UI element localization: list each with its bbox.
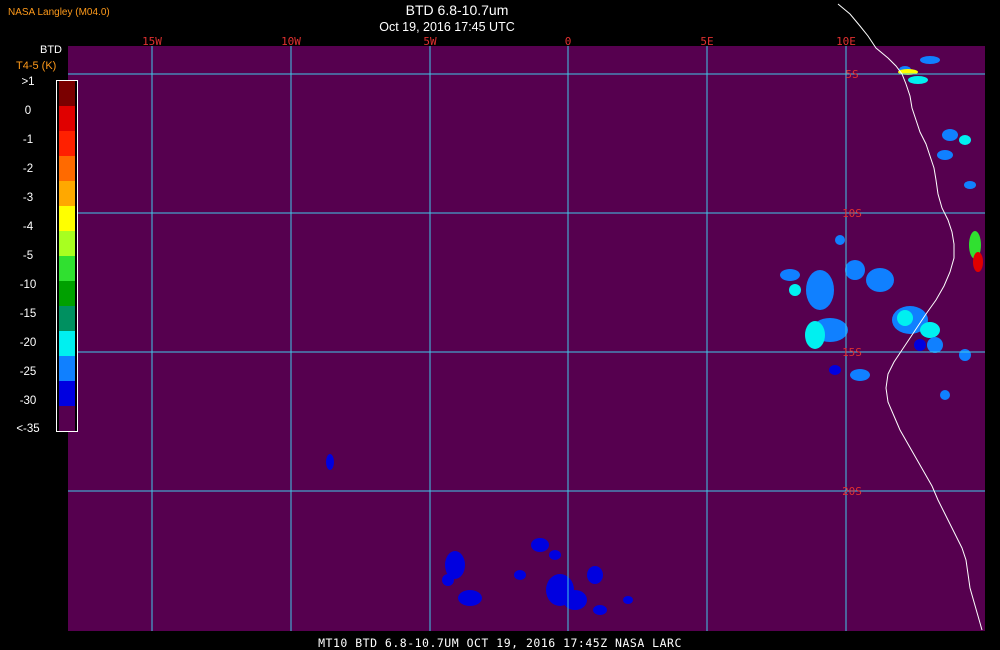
cloud-patch	[845, 260, 865, 280]
cloud-patch	[326, 454, 334, 470]
longitude-label: 15W	[142, 35, 162, 48]
colorbar-swatch	[59, 281, 75, 306]
cloud-patch	[531, 538, 549, 552]
cloud-patch	[806, 270, 834, 310]
cloud-patch	[866, 268, 894, 292]
cloud-patch	[805, 321, 825, 349]
cloud-patch	[914, 339, 926, 351]
colorbar-swatch	[59, 356, 75, 381]
latitude-label: 5S	[845, 68, 858, 81]
colorbar-label: -15	[19, 308, 37, 320]
longitude-label: 0	[565, 35, 572, 48]
satellite-map: 15W 10W 5W 0 5E 10E 5S 10S 15S 20S	[68, 3, 985, 631]
cloud-patch	[850, 369, 870, 381]
colorbar-swatch	[59, 331, 75, 356]
colorbar-swatch	[59, 131, 75, 156]
cloud-patch	[563, 590, 587, 610]
longitude-label: 5E	[700, 35, 713, 48]
latitude-label: 20S	[842, 485, 862, 498]
colorbar-label: -10	[19, 279, 37, 291]
cloud-patch	[920, 56, 940, 64]
colorbar-label: -30	[19, 395, 37, 407]
latitude-label: 15S	[842, 346, 862, 359]
cloud-patch	[623, 596, 633, 604]
colorbar-label: -3	[22, 192, 34, 204]
cloud-patch	[940, 390, 950, 400]
cloud-patch	[908, 76, 928, 84]
colorbar-label: 0	[24, 105, 32, 117]
cloud-patch	[829, 365, 841, 375]
cloud-patch	[942, 129, 958, 141]
colorbar-label: <-35	[16, 423, 40, 435]
colorbar-label: -25	[19, 366, 37, 378]
cloud-patch	[964, 181, 976, 189]
colorbar-label: -5	[22, 250, 34, 262]
colorbar-swatch	[59, 156, 75, 181]
colorbar-swatch	[59, 181, 75, 206]
colorbar-label: -1	[22, 134, 34, 146]
longitude-label: 10E	[836, 35, 856, 48]
cloud-patch	[959, 349, 971, 361]
cloud-patch	[514, 570, 526, 580]
colorbar	[56, 80, 78, 432]
colorbar-label: -4	[22, 221, 34, 233]
colorbar-swatch	[59, 306, 75, 331]
footer-caption: MT10 BTD 6.8-10.7UM OCT 19, 2016 17:45Z …	[318, 636, 682, 650]
cloud-patch	[937, 150, 953, 160]
cloud-patch	[835, 235, 845, 245]
cloud-patch	[789, 284, 801, 296]
cloud-patch	[897, 310, 913, 326]
colorbar-swatch	[59, 106, 75, 131]
colorbar-swatch	[59, 206, 75, 231]
cloud-patch	[458, 590, 482, 606]
colorbar-swatch	[59, 81, 75, 106]
longitude-label: 10W	[281, 35, 301, 48]
cloud-patch	[780, 269, 800, 281]
cloud-patch	[549, 550, 561, 560]
colorbar-swatch	[59, 381, 75, 406]
cloud-patch	[593, 605, 607, 615]
colorbar-swatch	[59, 256, 75, 281]
cloud-patch	[920, 322, 940, 338]
colorbar-swatch	[59, 406, 75, 431]
colorbar-label: -2	[22, 163, 34, 175]
map-background	[68, 46, 985, 631]
cloud-patch	[973, 252, 983, 272]
cloud-patch	[959, 135, 971, 145]
longitude-label: 5W	[423, 35, 437, 48]
colorbar-label: -20	[19, 337, 37, 349]
cloud-patch	[442, 574, 454, 586]
colorbar-swatch	[59, 231, 75, 256]
latitude-label: 10S	[842, 207, 862, 220]
colorbar-label: >1	[21, 76, 35, 88]
cloud-patch	[927, 337, 943, 353]
cloud-patch	[587, 566, 603, 584]
